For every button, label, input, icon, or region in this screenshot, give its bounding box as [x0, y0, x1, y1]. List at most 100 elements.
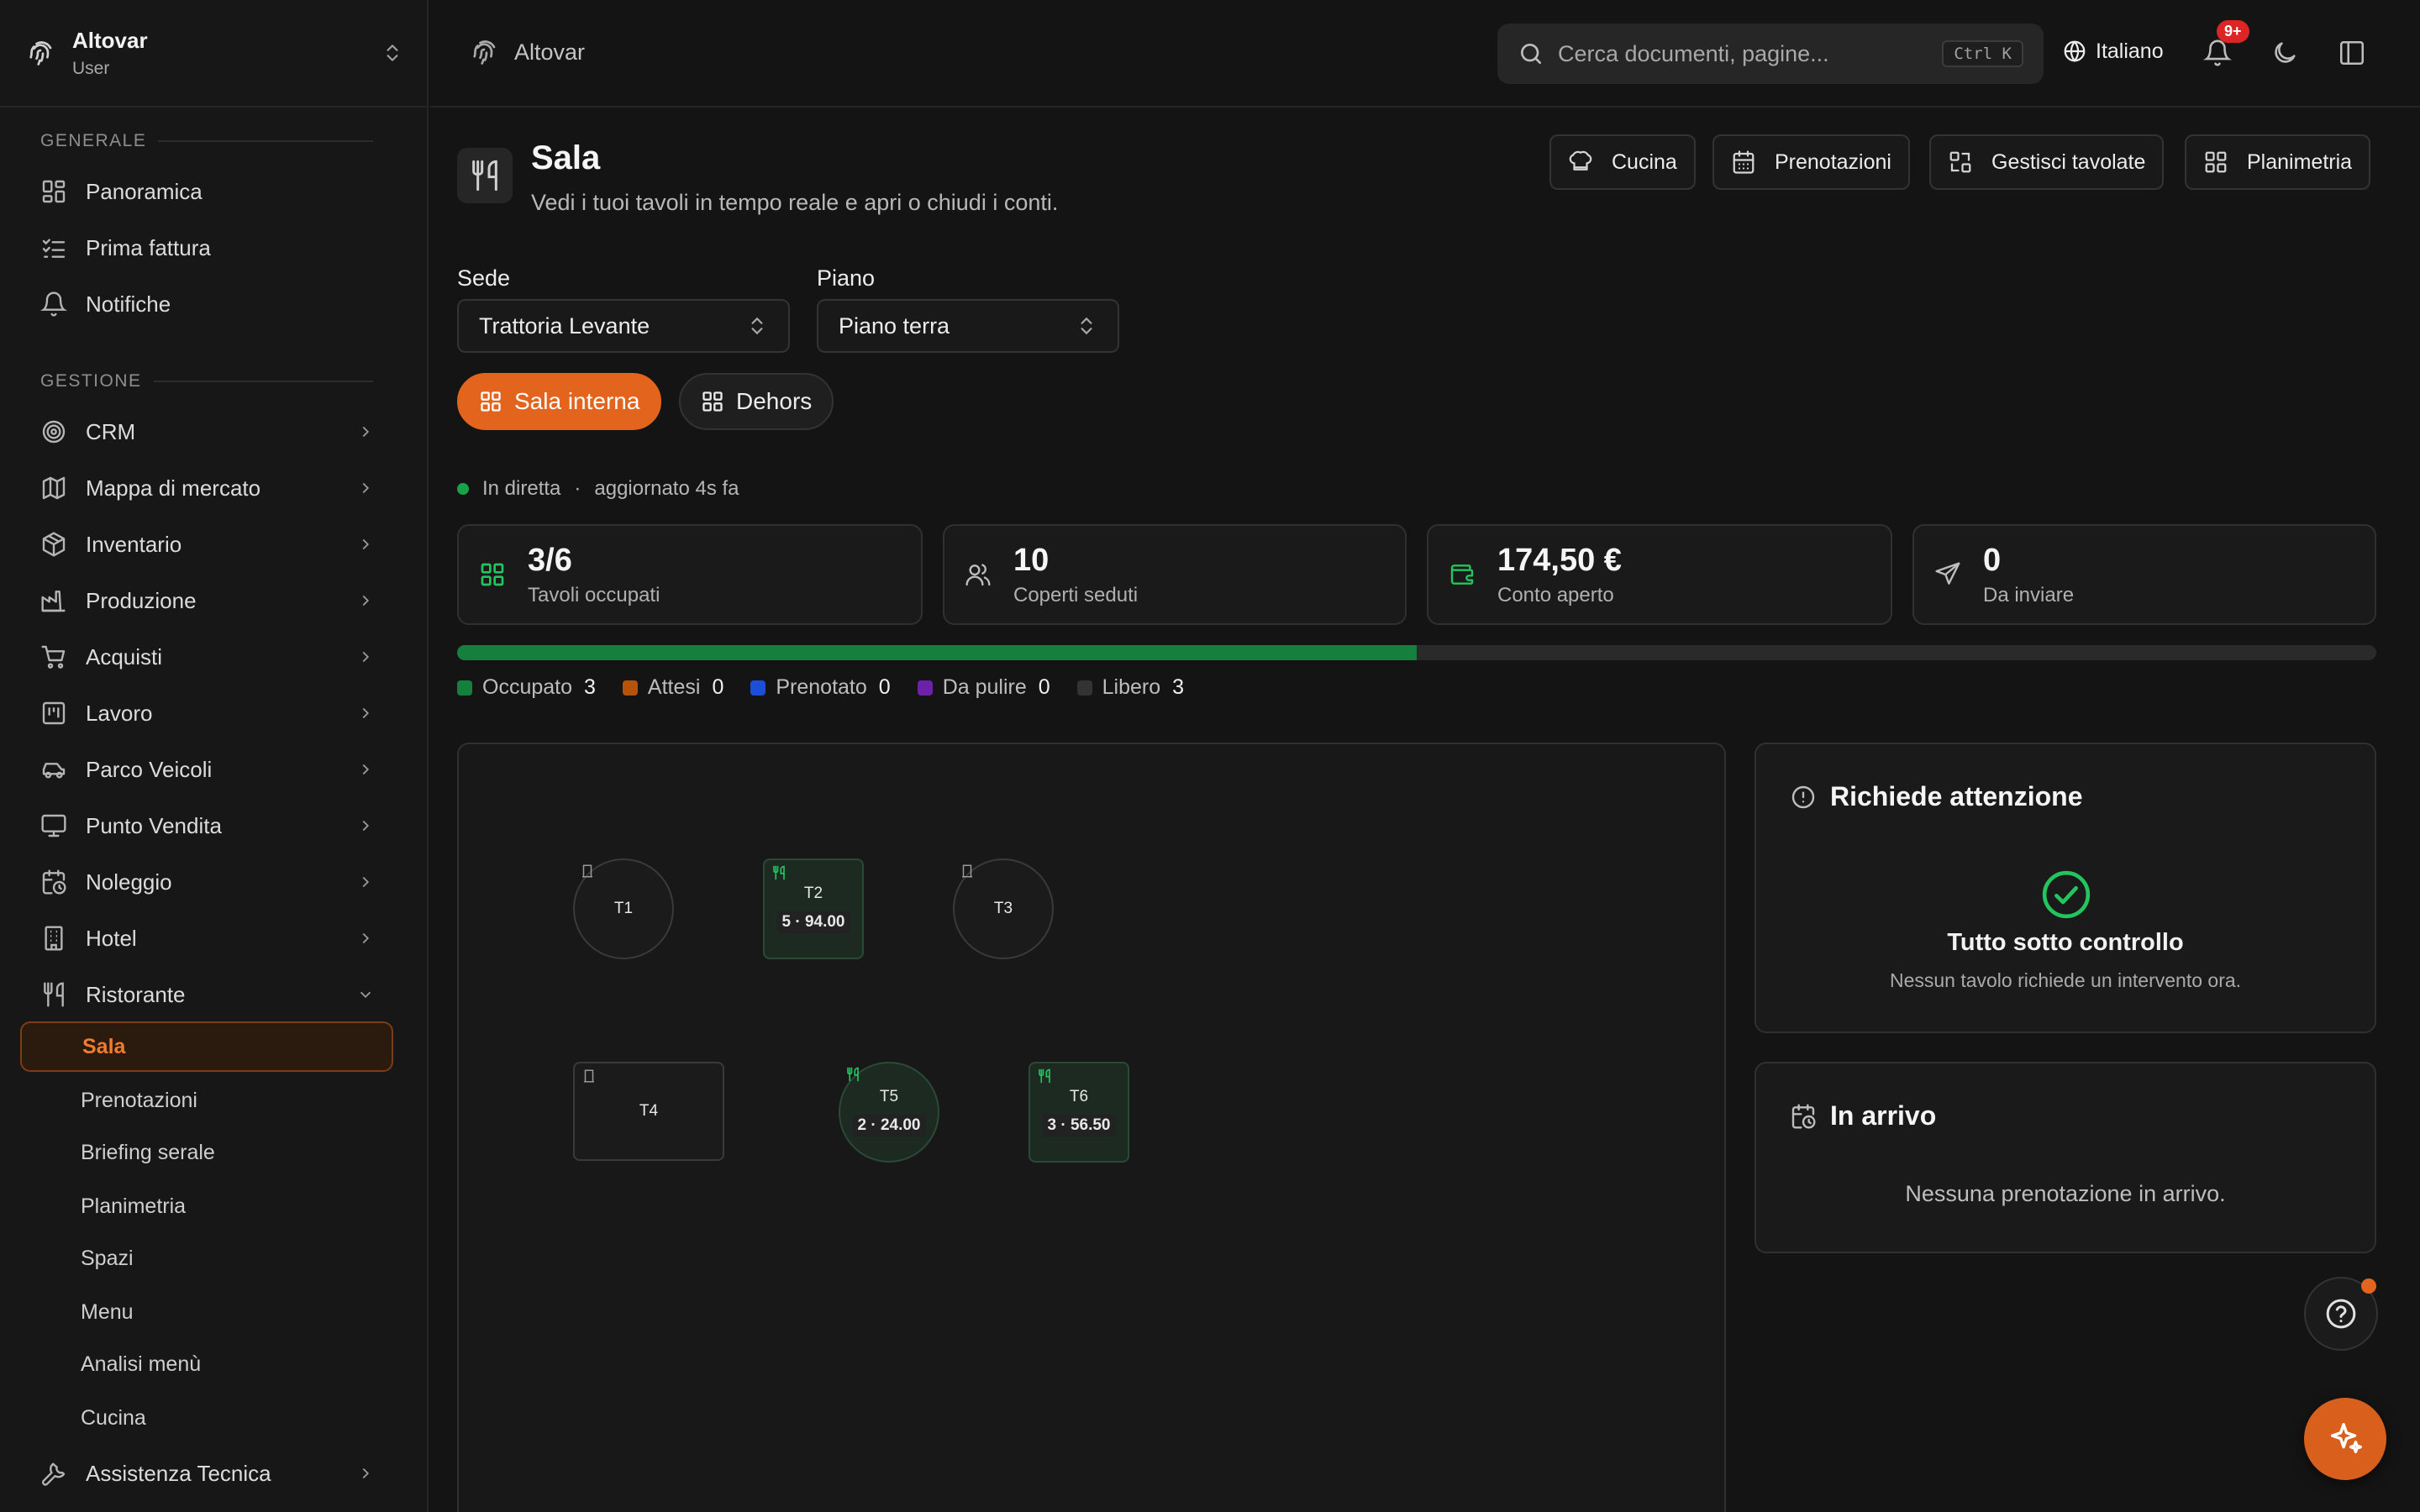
- sidebar-item-assistenza-tecnica[interactable]: Assistenza Tecnica: [20, 1450, 390, 1497]
- sidebar-item-noleggio[interactable]: Noleggio: [20, 858, 390, 906]
- sidebar-subitem-sala[interactable]: Sala: [20, 1021, 393, 1072]
- sidebar-item-crm[interactable]: CRM: [20, 408, 390, 455]
- dashboard-icon: [42, 180, 66, 203]
- area-tab-sala-interna[interactable]: Sala interna: [457, 373, 662, 430]
- stat-label: Conto aperto: [1497, 583, 1614, 606]
- sidebar-item-label: Parco Veicoli: [86, 756, 213, 782]
- building-icon: [45, 926, 63, 951]
- live-dot: [457, 483, 469, 495]
- stat-card-conto: 174,50 € Conto aperto: [1427, 524, 1892, 625]
- sidebar-subitem-label: Prenotazioni: [81, 1088, 197, 1112]
- sidebar-item-hotel[interactable]: Hotel: [20, 915, 390, 962]
- sede-select[interactable]: Trattoria Levante: [457, 299, 790, 353]
- wrench-icon: [41, 1462, 66, 1486]
- area-tab-label: Dehors: [736, 388, 813, 414]
- search-icon: [1521, 44, 1541, 64]
- sidebar-subitem-briefing-serale[interactable]: Briefing serale: [20, 1127, 393, 1178]
- button-label: Planimetria: [2247, 150, 2353, 174]
- sidebar-subitem-cucina[interactable]: Cucina: [20, 1393, 393, 1443]
- legend-label: Attesi: [647, 675, 701, 699]
- prenotazioni-button[interactable]: Prenotazioni: [1712, 134, 1910, 190]
- sidebar-item-label: Mappa di mercato: [86, 475, 261, 501]
- door-icon: [962, 864, 972, 878]
- sidebar-item-label: Panoramica: [86, 178, 203, 204]
- chevrons-up-down-icon: [751, 317, 763, 335]
- sidebar-item-punto-vendita[interactable]: Punto Vendita: [20, 802, 390, 849]
- chevron-right-icon: [362, 820, 370, 832]
- bell-icon[interactable]: [2203, 39, 2232, 67]
- sidebar-item-lavoro[interactable]: Lavoro: [20, 690, 390, 737]
- cucina-button[interactable]: Cucina: [1549, 134, 1696, 190]
- updated-label: aggiornato 4s fa: [594, 477, 739, 500]
- sidebar-item-inventario[interactable]: Inventario: [20, 521, 390, 568]
- help-notification-dot: [2361, 1278, 2376, 1294]
- sidebar-item-panoramica[interactable]: Panoramica: [20, 168, 390, 215]
- utensils-icon: [44, 982, 64, 1007]
- language-switcher[interactable]: Italiano: [2062, 39, 2164, 64]
- breadcrumb[interactable]: Altovar: [469, 37, 585, 67]
- chevron-right-icon: [362, 482, 370, 494]
- search-input[interactable]: Cerca documenti, pagine... Ctrl K: [1497, 24, 2044, 84]
- sidebar-item-label: CRM: [86, 418, 136, 444]
- button-label: Cucina: [1612, 150, 1677, 174]
- sidebar-subitem-spazi[interactable]: Spazi: [20, 1233, 393, 1284]
- chevron-right-icon: [362, 932, 370, 944]
- sidebar-item-label: Assistenza Tecnica: [86, 1460, 271, 1486]
- grid-icon: [481, 391, 501, 412]
- car-icon: [42, 763, 66, 779]
- factory-icon: [41, 591, 66, 612]
- table-t6[interactable]: T6 3 · 56.50: [1028, 1062, 1129, 1163]
- chevron-down-icon: [360, 991, 371, 999]
- legend-swatch: [1076, 680, 1092, 696]
- gestisci-tavolate-button[interactable]: Gestisci tavolate: [1929, 134, 2165, 190]
- page-title: Sala: [531, 139, 601, 176]
- page-subtitle: Vedi i tuoi tavoli in tempo reale e apri…: [531, 190, 1059, 215]
- sidebar-subitem-label: Briefing serale: [81, 1140, 215, 1164]
- fingerprint-icon: [29, 41, 52, 66]
- live-status: In diretta · aggiornato 4s fa: [457, 477, 739, 501]
- planimetria-button[interactable]: Planimetria: [2185, 134, 2371, 190]
- table-detail: 2 · 24.00: [852, 1115, 926, 1137]
- search-shortcut: Ctrl K: [1942, 40, 2023, 67]
- sidebar-item-notifiche[interactable]: Notifiche: [20, 281, 390, 328]
- sidebar: Altovar User GENERALE Panoramica Prima f…: [0, 0, 429, 1512]
- sidebar-item-mappa-di-mercato[interactable]: Mappa di mercato: [20, 465, 390, 512]
- table-t2[interactable]: T2 5 · 94.00: [763, 858, 864, 959]
- sidebar-item-ristorante[interactable]: Ristorante: [20, 971, 390, 1018]
- sidebar-item-prima-fattura[interactable]: Prima fattura: [20, 224, 390, 271]
- table-detail: 3 · 56.50: [1042, 1115, 1116, 1137]
- sidebar-subitem-planimetria[interactable]: Planimetria: [20, 1181, 393, 1231]
- sidebar-subitem-prenotazioni[interactable]: Prenotazioni: [20, 1075, 393, 1126]
- door-icon: [582, 864, 592, 878]
- sidebar-item-produzione[interactable]: Produzione: [20, 577, 390, 624]
- topbar: Altovar Cerca documenti, pagine... Ctrl …: [430, 0, 2420, 108]
- arrivals-empty-text: Nessuna prenotazione in arrivo.: [1905, 1181, 2226, 1206]
- legend-label: Prenotato: [776, 675, 867, 699]
- area-tab-dehors[interactable]: Dehors: [679, 373, 834, 430]
- grid-icon: [702, 391, 723, 412]
- sidebar-item-parco-veicoli[interactable]: Parco Veicoli: [20, 746, 390, 793]
- legend-attesi: Attesi 0: [622, 675, 723, 700]
- table-t4[interactable]: T4: [573, 1062, 724, 1161]
- chevrons-up-down-icon: [387, 45, 398, 61]
- legend-count: 3: [1172, 675, 1185, 699]
- workspace-switcher[interactable]: Altovar User: [0, 0, 429, 108]
- table-t5[interactable]: T5 2 · 24.00: [839, 1062, 939, 1163]
- help-button[interactable]: [2304, 1277, 2378, 1351]
- table-name: T6: [1069, 1088, 1089, 1105]
- workspace-name: Altovar: [72, 27, 148, 53]
- sidebar-subitem-label: Cucina: [81, 1405, 146, 1430]
- moon-icon[interactable]: [2270, 39, 2299, 67]
- ai-assistant-button[interactable]: [2304, 1398, 2386, 1480]
- sidebar-subitem-menu[interactable]: Menu: [20, 1287, 393, 1337]
- piano-select[interactable]: Piano terra: [817, 299, 1119, 353]
- target-icon: [42, 420, 66, 444]
- sidebar-subitem-analisi-menu[interactable]: Analisi menù: [20, 1339, 393, 1389]
- legend-da-pulire: Da pulire 0: [917, 675, 1050, 700]
- arrivals-header: In arrivo: [1790, 1100, 1936, 1131]
- chef-hat-icon: [1569, 150, 1592, 171]
- sidebar-item-acquisti[interactable]: Acquisti: [20, 633, 390, 680]
- table-t3[interactable]: T3: [953, 858, 1054, 959]
- table-t1[interactable]: T1: [573, 858, 674, 959]
- panel-toggle-icon[interactable]: [2338, 39, 2366, 67]
